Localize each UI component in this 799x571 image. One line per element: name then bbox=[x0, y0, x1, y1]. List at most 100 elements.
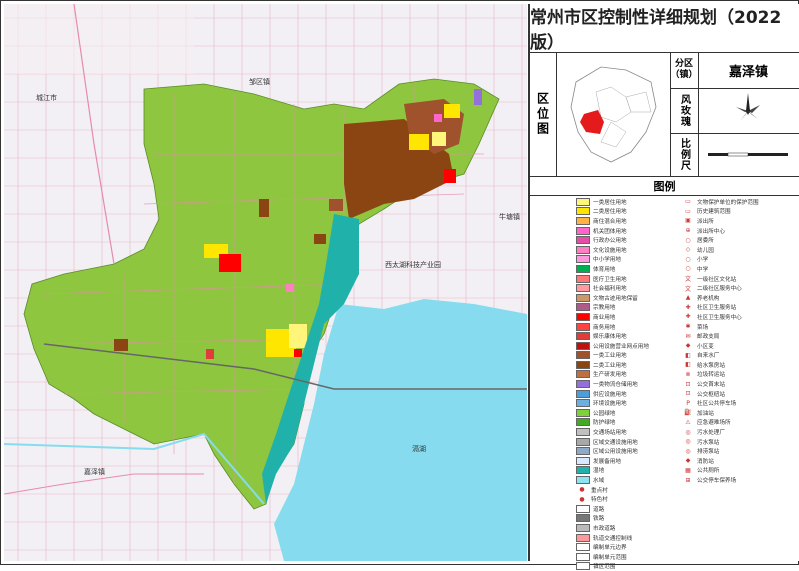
legend-item: ✚ 社区卫生服务中心 bbox=[682, 312, 759, 322]
legend-label: 轨道交通控制线 bbox=[593, 535, 633, 542]
legend-label: 社区公共停车场 bbox=[697, 401, 737, 408]
legend-swatch bbox=[576, 389, 590, 398]
legend-label: 消防站 bbox=[697, 458, 714, 465]
legend-item: ○ 居委所 bbox=[682, 235, 759, 245]
legend-item: 道路 bbox=[576, 504, 649, 514]
legend-item: ▦ 公共厕所 bbox=[682, 466, 759, 476]
legend-swatch bbox=[576, 245, 590, 254]
legend-label: 公交停车保养场 bbox=[697, 478, 737, 485]
legend-label: 中学 bbox=[697, 266, 709, 273]
legend-symbol-icon: ⊡ bbox=[685, 380, 691, 388]
legend-label: 机关团体用地 bbox=[593, 228, 627, 235]
land-use-map-svg bbox=[3, 3, 527, 561]
legend-symbol-icon: ✚ bbox=[685, 303, 691, 311]
legend-label: 派出所中心 bbox=[697, 228, 725, 235]
legend-swatch bbox=[576, 264, 590, 273]
legend-label: 一类工业用地 bbox=[593, 353, 627, 360]
legend-label: 二级社区服务中心 bbox=[697, 286, 742, 293]
legend-symbol-icon: ✉ bbox=[685, 332, 691, 340]
legend-item: ✉ 邮政支局 bbox=[682, 331, 759, 341]
legend-label: 区域交通设施用地 bbox=[593, 439, 638, 446]
legend-label: 菜场 bbox=[697, 324, 709, 331]
legend-item: 机关团体用地 bbox=[576, 226, 649, 236]
legend-item: 文物古迹用地保留 bbox=[576, 293, 649, 303]
legend-label: 交通场站用地 bbox=[593, 430, 627, 437]
legend-label: 娱乐康体用地 bbox=[593, 334, 627, 341]
legend-item: 防护绿地 bbox=[576, 418, 649, 428]
legend-label: 一级社区文化站 bbox=[697, 276, 737, 283]
scale-bar bbox=[698, 133, 799, 176]
legend-swatch bbox=[576, 504, 590, 513]
legend-item: 商业用地 bbox=[576, 312, 649, 322]
legend-item: 商住混合用地 bbox=[576, 216, 649, 226]
legend-symbol-icon: ◆ bbox=[685, 457, 691, 465]
legend-symbol-icon: ○ bbox=[685, 236, 691, 244]
legend-label: 应急避难场所 bbox=[697, 420, 731, 427]
legend-swatch bbox=[576, 447, 590, 456]
legend-symbol-icon: ○ bbox=[685, 265, 691, 273]
legend-right-column: ▭ 文物保护单位的保护范围 ▭ 历史建筑范围 ▣ 派出所 ⊕ 派出所中心 ○ 居委所 ◇ 幼儿园 ○ 小学… bbox=[682, 197, 759, 485]
legend-swatch bbox=[576, 332, 590, 341]
map-frame: 城江市 牛塘镇 西太湖科技产业园 滆湖 邹区镇 嘉泽镇 常州市区控制性详细规划（… bbox=[0, 0, 799, 571]
legend-left-column: 一类居住用地 二类居住用地 商住混合用地 机关团体用地 行政办公用地 文化设施用地 中小学用… bbox=[576, 197, 649, 571]
legend-label: 文化设施用地 bbox=[593, 247, 627, 254]
legend-title: 图例 bbox=[530, 176, 799, 196]
legend-item: 公用设施营业网点用地 bbox=[576, 341, 649, 351]
legend-item: ◇ 幼儿园 bbox=[682, 245, 759, 255]
legend-item: ✱ 菜场 bbox=[682, 322, 759, 332]
legend-symbol-icon: ⊡ bbox=[685, 390, 691, 398]
legend-label: 历史建筑范围 bbox=[697, 209, 731, 216]
legend-item: ● 特色村 bbox=[576, 494, 649, 504]
legend-swatch bbox=[576, 341, 590, 350]
land-use-map: 城江市 牛塘镇 西太湖科技产业园 滆湖 邹区镇 嘉泽镇 bbox=[3, 3, 527, 561]
legend-item: 商务用地 bbox=[576, 322, 649, 332]
legend-symbol-icon: ◎ bbox=[685, 428, 691, 436]
legend-label: 公用设施营业网点用地 bbox=[593, 343, 649, 350]
legend-swatch bbox=[576, 476, 590, 485]
legend-label: 一类物流仓储用地 bbox=[593, 382, 638, 389]
legend-item: ◎ 污水泵站 bbox=[682, 437, 759, 447]
legend-swatch bbox=[576, 552, 590, 561]
legend-swatch bbox=[576, 408, 590, 417]
legend-swatch bbox=[576, 380, 590, 389]
legend-swatch bbox=[576, 255, 590, 264]
location-label-cell: 区位图 bbox=[530, 52, 557, 176]
legend-label: 自来水厂 bbox=[697, 353, 720, 360]
legend-swatch bbox=[576, 523, 590, 532]
legend-label: 加油站 bbox=[697, 410, 714, 417]
legend-label: 湿地 bbox=[593, 468, 605, 475]
legend-symbol-icon: ✱ bbox=[685, 323, 691, 331]
legend-label: 一类居住用地 bbox=[593, 199, 627, 206]
legend-item: ⊕ 派出所中心 bbox=[682, 226, 759, 236]
rose-label: 风玫瑰 bbox=[678, 94, 690, 127]
legend-item: 区域公用设施用地 bbox=[576, 446, 649, 456]
legend-item: 编制单元范围 bbox=[576, 552, 649, 562]
legend-swatch bbox=[576, 370, 590, 379]
legend-item: 区域交通设施用地 bbox=[576, 437, 649, 447]
rose-label-cell: 风玫瑰 bbox=[670, 88, 699, 134]
legend-label: 小学 bbox=[697, 257, 709, 264]
legend-item: 行政办公用地 bbox=[576, 235, 649, 245]
legend-item: 镇区范围 bbox=[576, 562, 649, 571]
legend-item: 一类工业用地 bbox=[576, 351, 649, 361]
legend-item: 一类物流仓储用地 bbox=[576, 379, 649, 389]
legend-item: ○ 中学 bbox=[682, 264, 759, 274]
legend-swatch bbox=[576, 284, 590, 293]
legend-label: 镇区范围 bbox=[593, 564, 616, 571]
legend-symbol-icon: ▣ bbox=[685, 217, 691, 225]
legend-item: ○ 小学 bbox=[682, 255, 759, 265]
legend-label: 公园绿地 bbox=[593, 410, 616, 417]
legend-symbol-icon: ◧ bbox=[685, 361, 691, 369]
legend-label: 社会福利用地 bbox=[593, 286, 627, 293]
legend-symbol-icon: ⊕ bbox=[685, 227, 691, 235]
legend-item: ◎ 排涝泵站 bbox=[682, 446, 759, 456]
legend-item: 环境设施用地 bbox=[576, 398, 649, 408]
legend-label: 商务用地 bbox=[593, 324, 616, 331]
place-label: 城江市 bbox=[36, 94, 57, 102]
scale-label: 比例尺 bbox=[678, 138, 690, 171]
legend-symbol-icon: ◧ bbox=[685, 351, 691, 359]
legend-symbol-icon: ◎ bbox=[685, 447, 691, 455]
legend-item: 二类居住用地 bbox=[576, 207, 649, 217]
legend-label: 垃圾转运站 bbox=[697, 372, 725, 379]
legend-label: 污水处理厂 bbox=[697, 430, 725, 437]
